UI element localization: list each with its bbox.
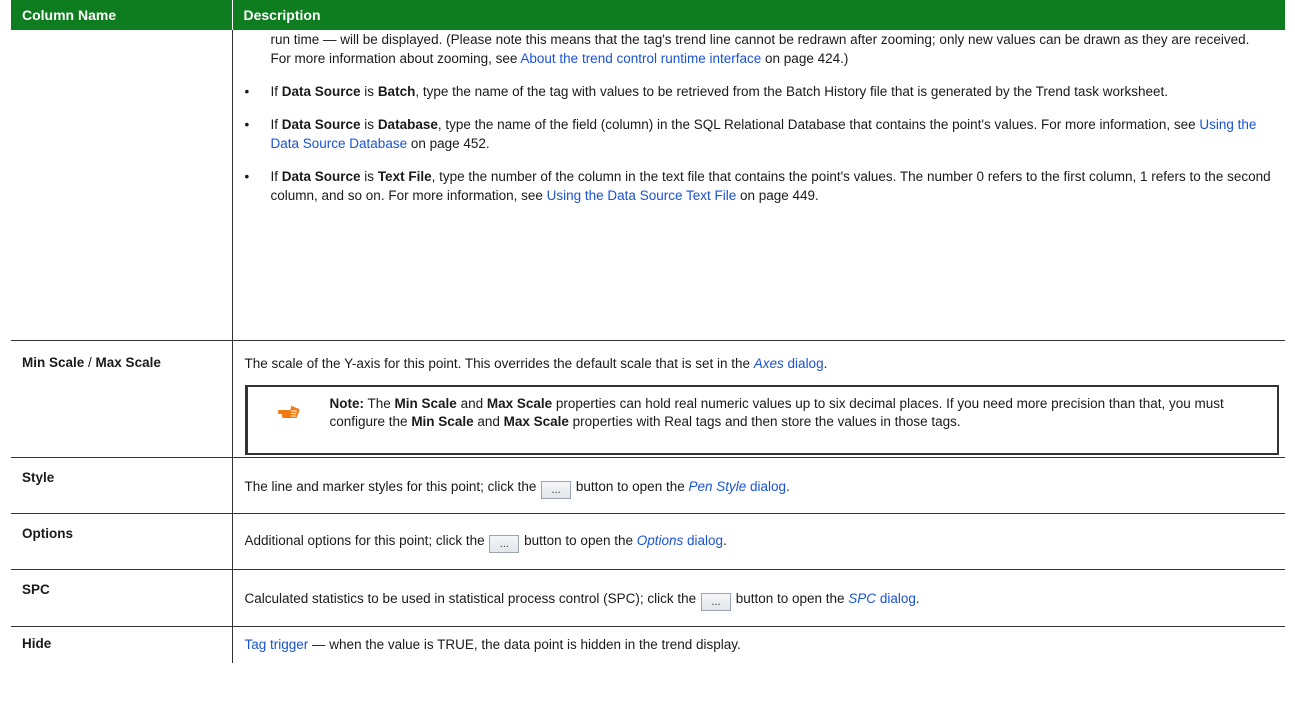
link-tag-trigger[interactable]: Tag trigger [245, 637, 309, 652]
options-desc-cell: Additional options for this point; click… [232, 513, 1285, 570]
hide-name-cell: Hide [11, 626, 233, 663]
table-header-row: Column Name Description [11, 0, 1285, 30]
link-spc-dialog[interactable]: SPC dialog [848, 591, 916, 606]
spc-desc-cell: Calculated statistics to be used in stat… [232, 569, 1285, 627]
properties-table: Column Name Description run time — will … [11, 0, 1285, 663]
bullet-database: • If Data Source is Database, type the na… [244, 117, 1257, 151]
bullet-dot: • [244, 169, 250, 184]
table-row-hide: Hide Tag trigger — when the value is TRU… [11, 626, 1285, 663]
style-desc-cell: The line and marker styles for this poin… [232, 457, 1285, 514]
description-header: Description [232, 0, 1285, 30]
bullet-batch: • If Data Source is Batch, type the name … [244, 84, 1168, 99]
spc-name-cell: SPC [11, 569, 233, 627]
table-row-scale: Min Scale / Max Scale The scale of the Y… [11, 340, 1285, 458]
table-row-spc: SPC Calculated statistics to be used in … [11, 569, 1285, 627]
pen-style-ellipsis-button[interactable]: ... [541, 481, 572, 499]
bullet-text-file: • If Data Source is Text File, type the n… [244, 169, 1271, 203]
link-options-dialog[interactable]: Options dialog [637, 533, 723, 548]
scale-name-cell: Min Scale / Max Scale [11, 340, 233, 458]
continued-desc-cell: run time — will be displayed. (Please no… [232, 30, 1285, 341]
table-row-style: Style The line and marker styles for thi… [11, 457, 1285, 514]
bullet-dot: • [244, 117, 250, 132]
link-axes-dialog[interactable]: Axes dialog [754, 356, 824, 371]
bullet-dot: • [244, 84, 250, 99]
table-row-continued: run time — will be displayed. (Please no… [11, 30, 1285, 341]
note-box: Note: The Min Scale and Max Scale proper… [244, 385, 1279, 455]
pointing-hand-icon [277, 405, 300, 419]
table-row-options: Options Additional options for this poin… [11, 513, 1285, 570]
hide-desc-cell: Tag trigger — when the value is TRUE, th… [244, 637, 741, 652]
continued-name-cell [11, 30, 233, 341]
spc-ellipsis-button[interactable]: ... [700, 593, 731, 611]
note-text: Note: The Min Scale and Max Scale proper… [329, 396, 1224, 429]
link-pen-style-dialog[interactable]: Pen Style dialog [688, 479, 786, 494]
link-data-source-text-file[interactable]: Using the Data Source Text File [547, 188, 737, 203]
column-name-header: Column Name [11, 0, 233, 30]
options-name-cell: Options [11, 513, 233, 570]
link-trend-runtime-interface[interactable]: About the trend control runtime interfac… [520, 51, 761, 66]
style-name-cell: Style [11, 457, 233, 514]
continued-paragraph: run time — will be displayed. (Please no… [270, 32, 1250, 66]
options-ellipsis-button[interactable]: ... [489, 535, 520, 553]
scale-desc-cell: The scale of the Y-axis for this point. … [232, 340, 1285, 458]
